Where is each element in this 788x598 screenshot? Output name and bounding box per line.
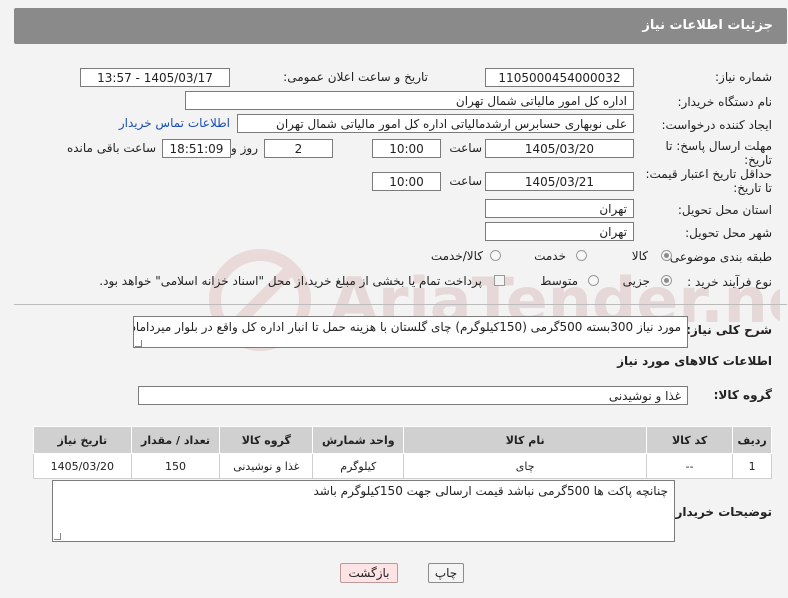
cell-group: غذا و نوشیدنی [219, 453, 314, 479]
treasury-payment-note: پرداخت تمام یا بخشی از مبلغ خرید،از محل … [99, 274, 482, 288]
cell-qty: 150 [130, 453, 221, 479]
city-label: شهر محل تحویل: [685, 226, 772, 240]
reply-deadline-label: مهلت ارسال پاسخ: تا [665, 139, 772, 153]
category-radio-service[interactable] [576, 250, 587, 261]
print-button[interactable]: چاپ [428, 563, 464, 583]
process-option-medium: متوسط [540, 274, 578, 288]
buyer-field[interactable]: اداره کل امور مالیاتی شمال تهران [185, 91, 634, 110]
days-label: روز و [231, 141, 258, 155]
cell-code: -- [645, 453, 734, 479]
buyer-label: نام دستگاه خریدار: [677, 95, 773, 109]
province-label: استان محل تحویل: [677, 203, 772, 217]
col-header-qty: تعداد / مقدار [130, 426, 221, 454]
col-header-group: گروه کالا [219, 426, 314, 454]
creator-field[interactable]: علی نوبهاری حسابرس ارشدمالیاتی اداره کل … [237, 114, 634, 133]
province-field[interactable]: تهران [485, 199, 634, 218]
category-radio-goods[interactable] [661, 250, 672, 261]
goods-group-field[interactable]: غذا و نوشیدنی [138, 386, 688, 405]
col-header-name: نام کالا [403, 426, 647, 454]
days-field[interactable]: 2 [264, 139, 333, 158]
col-header-date: تاریخ نیاز [33, 426, 132, 454]
price-validity-time-label: ساعت [449, 174, 482, 188]
category-option-goods-service: کالا/خدمت [430, 249, 483, 263]
buyer-notes-field[interactable]: چنانچه پاکت ها 500گرمی نباشد قیمت ارسالی… [52, 480, 675, 542]
resize-handle-icon[interactable] [54, 533, 61, 540]
page-title: جزئیات اطلاعات نیاز [642, 18, 773, 33]
description-label: شرح کلی نیاز: [686, 323, 772, 337]
buyer-notes-label: توضیحات خریدار: [670, 505, 772, 519]
need-number-field[interactable]: 1105000454000032 [485, 68, 634, 87]
goods-group-label: گروه کالا: [713, 388, 772, 402]
resize-handle-icon[interactable] [135, 340, 142, 347]
reply-time-label: ساعت [449, 141, 482, 155]
page-header: جزئیات اطلاعات نیاز [14, 8, 787, 44]
announce-field[interactable]: 1405/03/17 - 13:57 [80, 68, 230, 87]
category-option-goods: کالا [631, 249, 648, 263]
need-number-label: شماره نیاز: [715, 70, 772, 84]
category-option-service: خدمت [534, 249, 566, 263]
category-label: طبقه بندی موضوعی: [665, 250, 772, 264]
col-header-unit: واحد شمارش [312, 426, 405, 454]
col-header-row: ردیف [732, 426, 772, 454]
process-option-minor: جزیی [622, 274, 650, 288]
contact-buyer-link[interactable]: اطلاعات تماس خریدار [119, 116, 230, 130]
process-radio-medium[interactable] [588, 275, 599, 286]
category-radio-goods-service[interactable] [490, 250, 501, 261]
reply-time-field[interactable]: 10:00 [372, 139, 441, 158]
treasury-payment-checkbox[interactable] [494, 275, 505, 286]
remaining-time-label: ساعت باقی مانده [66, 141, 156, 155]
price-validity-time-field[interactable]: 10:00 [372, 172, 441, 191]
process-radio-minor[interactable] [661, 275, 672, 286]
goods-table-header: تاریخ نیاز تعداد / مقدار گروه کالا واحد … [33, 426, 772, 454]
creator-label: ایجاد کننده درخواست: [661, 118, 772, 132]
reply-date-label: تاریخ: [744, 153, 772, 167]
reply-date-field[interactable]: 1405/03/20 [485, 139, 634, 158]
cell-row: 1 [732, 453, 772, 479]
price-validity-date-field[interactable]: 1405/03/21 [485, 172, 634, 191]
description-field[interactable]: مورد نیاز 300بسته 500گرمی (150کیلوگرم) چ… [133, 316, 688, 348]
back-button[interactable]: بازگشت [340, 563, 398, 583]
cell-unit: کیلوگرم [312, 453, 405, 479]
process-label: نوع فرآیند خرید : [687, 275, 772, 289]
price-validity-date-label: تا تاریخ: [733, 181, 772, 195]
divider [14, 304, 787, 305]
table-row[interactable]: 1405/03/20 150 غذا و نوشیدنی کیلوگرم چای… [33, 453, 772, 479]
city-field[interactable]: تهران [485, 222, 634, 241]
cell-date: 1405/03/20 [33, 453, 132, 479]
goods-section-title: اطلاعات کالاهای مورد نیاز [617, 354, 772, 368]
remaining-time-field[interactable]: 18:51:09 [162, 139, 231, 158]
price-validity-label: حداقل تاریخ اعتبار قیمت: [645, 167, 772, 181]
cell-name: چای [403, 453, 647, 479]
announce-label: تاریخ و ساعت اعلان عمومی: [283, 70, 428, 84]
goods-table: تاریخ نیاز تعداد / مقدار گروه کالا واحد … [33, 426, 772, 479]
col-header-code: کد کالا [645, 426, 734, 454]
